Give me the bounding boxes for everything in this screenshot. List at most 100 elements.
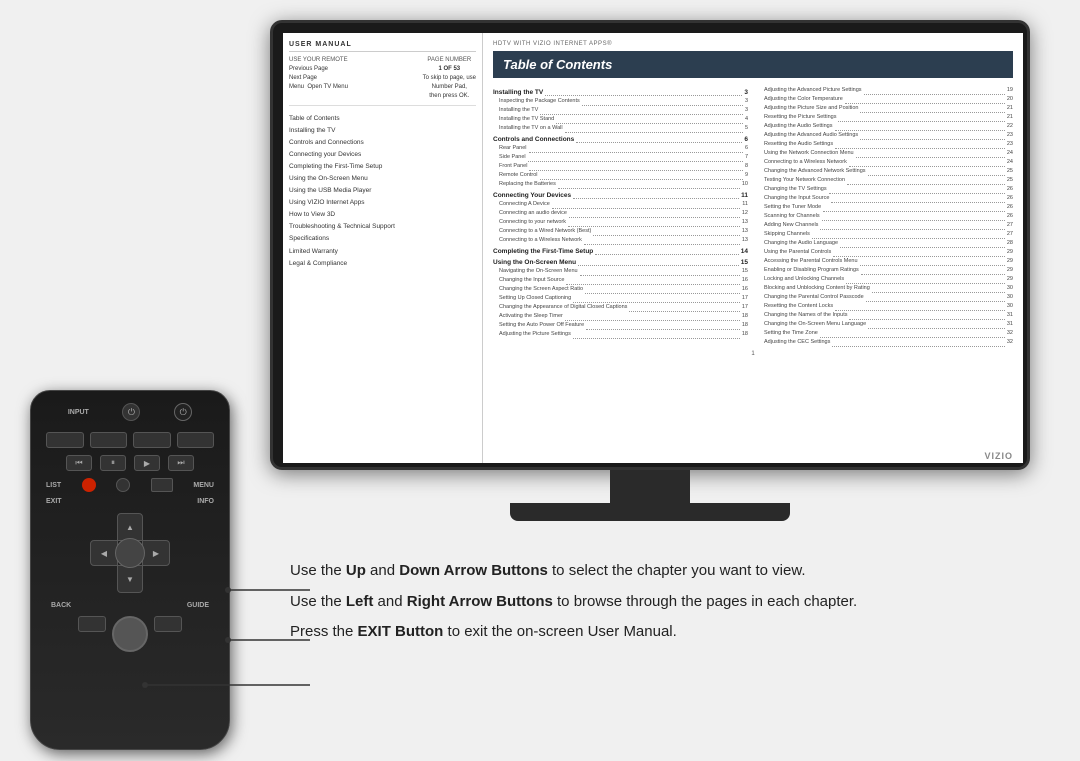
toc-sub-item: Scanning for Channels26 (758, 212, 1013, 221)
toc-dots (860, 105, 1004, 113)
manual-main: HDTV WITH VIZIO INTERNET APPS® Table of … (483, 33, 1023, 463)
toc-sub-item: Rear Panel6 (493, 144, 748, 153)
toc-page: 31 (1007, 312, 1013, 320)
toc-dots (565, 125, 743, 133)
play-button[interactable]: ▶ (134, 455, 160, 471)
toc-sidebar-item[interactable]: Connecting your Devices (289, 148, 476, 160)
nav-label: PAGE NUMBER (427, 57, 471, 63)
remote-button-4[interactable] (177, 432, 215, 448)
left-arrow-button[interactable]: ◀ (90, 540, 118, 566)
toc-sub-item: Changing the TV Settings26 (758, 185, 1013, 194)
instruction-1: Use the Up and Down Arrow Buttons to sel… (290, 560, 1040, 583)
remote-button-1[interactable] (46, 432, 84, 448)
toc-sidebar-item[interactable]: How to View 3D (289, 209, 476, 221)
toc-dots (529, 145, 743, 153)
center-nav-button[interactable] (112, 616, 148, 652)
rewind-button[interactable]: ⏮ (66, 455, 92, 471)
toc-sidebar-item[interactable]: Using the USB Media Player (289, 185, 476, 197)
red-button[interactable] (82, 478, 96, 492)
toc-item-label: Controls and Connections (493, 135, 574, 144)
toc-sub-label: Skipping Channels (764, 231, 810, 239)
toc-main-item: Connecting Your Devices 11 (493, 191, 748, 200)
down-arrow-bold: Down Arrow Buttons (399, 562, 548, 579)
toc-page: 29 (1007, 276, 1013, 284)
toc-sidebar-item[interactable]: Table of Contents (289, 112, 476, 124)
toc-sidebar-item[interactable]: Completing the First-Time Setup (289, 160, 476, 172)
toc-sub-item: Resetting the Picture Settings21 (758, 113, 1013, 122)
remote-button-2[interactable] (90, 432, 128, 448)
remote-bottom-buttons (31, 613, 229, 655)
menu-label: MENU (193, 482, 214, 489)
toc-sidebar-item[interactable]: Limited Warranty (289, 245, 476, 257)
toc-sub-label: Inspecting the Package Contents (499, 98, 580, 106)
exit-label: EXIT (46, 498, 62, 505)
ok-button[interactable] (115, 538, 145, 568)
toc-page: 30 (1007, 294, 1013, 302)
toc-sub-label: Changing the Input Source (764, 195, 829, 203)
toc-sub-label: Installing the TV Stand (499, 116, 554, 124)
toc-sub-label: Changing the Appearance of Digital Close… (499, 304, 627, 312)
toc-item-label: Completing the First-Time Setup (493, 247, 593, 256)
toc-sub-label: Front Panel (499, 163, 527, 171)
nav-button-left[interactable] (78, 616, 106, 632)
toc-sub-item: Connecting A Device11 (493, 200, 748, 209)
toc-sidebar-item[interactable]: Using the On-Screen Menu (289, 172, 476, 184)
toc-dots (835, 141, 1005, 149)
nav-button-right[interactable] (154, 616, 182, 632)
toc-sub-label: Installing the TV on a Wall (499, 125, 563, 133)
back-label: BACK (51, 602, 71, 609)
toc-dots (540, 107, 743, 115)
toc-dots (573, 331, 740, 339)
toc-sub-item: Installing the TV Stand4 (493, 115, 748, 124)
left-arrow-bold: Left (346, 593, 374, 610)
toc-sub-item: Changing the Input Source16 (493, 276, 748, 285)
power-standby-button[interactable]: ⏻ (122, 403, 140, 421)
toc-sidebar-item[interactable]: Troubleshooting & Technical Support (289, 221, 476, 233)
toc-sub-label: Using the Network Connection Menu (764, 150, 854, 158)
up-arrow-button[interactable]: ▲ (117, 513, 143, 541)
toc-page: 24 (1007, 159, 1013, 167)
toc-sidebar-item[interactable]: Installing the TV (289, 124, 476, 136)
toc-page: 26 (1007, 204, 1013, 212)
toc-page: 27 (1007, 231, 1013, 239)
toc-page: 26 (1007, 195, 1013, 203)
toc-sidebar-item[interactable]: Controls and Connections (289, 136, 476, 148)
toc-page: 26 (1007, 186, 1013, 194)
right-arrow-button[interactable]: ▶ (142, 540, 170, 566)
toc-dots (820, 222, 1004, 230)
toc-dots (540, 172, 743, 180)
toc-sub-label: Locking and Unlocking Channels (764, 276, 844, 284)
nav-label: USE YOUR REMOTE (289, 57, 348, 63)
toc-dots (868, 321, 1005, 329)
toc-sidebar-item[interactable]: Using VIZIO Internet Apps (289, 197, 476, 209)
right-arrow-bold: Right Arrow Buttons (407, 593, 553, 610)
toc-dots (629, 304, 739, 312)
instruction-3: Press the EXIT Button to exit the on-scr… (290, 621, 1040, 644)
power-on-button[interactable]: ⏻ (174, 403, 192, 421)
toc-sub-label: Changing the Screen Aspect Ratio (499, 286, 583, 294)
tv-stand-base (510, 503, 790, 521)
toc-sub-label: Navigating the On-Screen Menu (499, 268, 578, 276)
toc-item-label: Connecting Your Devices (493, 191, 571, 200)
tv-monitor: USER MANUAL USE YOUR REMOTE Previous Pag… (270, 20, 1050, 510)
toc-sub-item: Navigating the On-Screen Menu 15 (493, 267, 748, 276)
pause-button[interactable]: ⏸ (100, 455, 126, 471)
remote-exit-info-row: EXIT INFO (31, 495, 229, 508)
nav-actions: USE YOUR REMOTE Previous Page Next Page … (289, 56, 348, 101)
toc-dots (582, 98, 743, 106)
fast-forward-button[interactable]: ⏭ (168, 455, 194, 471)
toc-sub-label: Accessing the Parental Controls Menu (764, 258, 858, 266)
down-arrow-button[interactable]: ▼ (117, 565, 143, 593)
toc-page: 24 (1007, 150, 1013, 158)
toc-dots (556, 116, 743, 124)
colored-button-2[interactable] (116, 478, 130, 492)
remote-button-3[interactable] (133, 432, 171, 448)
toc-sidebar-item[interactable]: Specifications (289, 233, 476, 245)
toc-page: 15 (742, 268, 748, 276)
toc-sub-label: Adjusting the Audio Settings (764, 123, 833, 131)
toc-page: 18 (742, 322, 748, 330)
stop-button[interactable] (151, 478, 173, 492)
toc-sub-label: Using the Parental Controls (764, 249, 831, 257)
toc-sidebar-item[interactable]: Legal & Compliance (289, 257, 476, 269)
toc-sub-label: Changing the Input Source (499, 277, 564, 285)
